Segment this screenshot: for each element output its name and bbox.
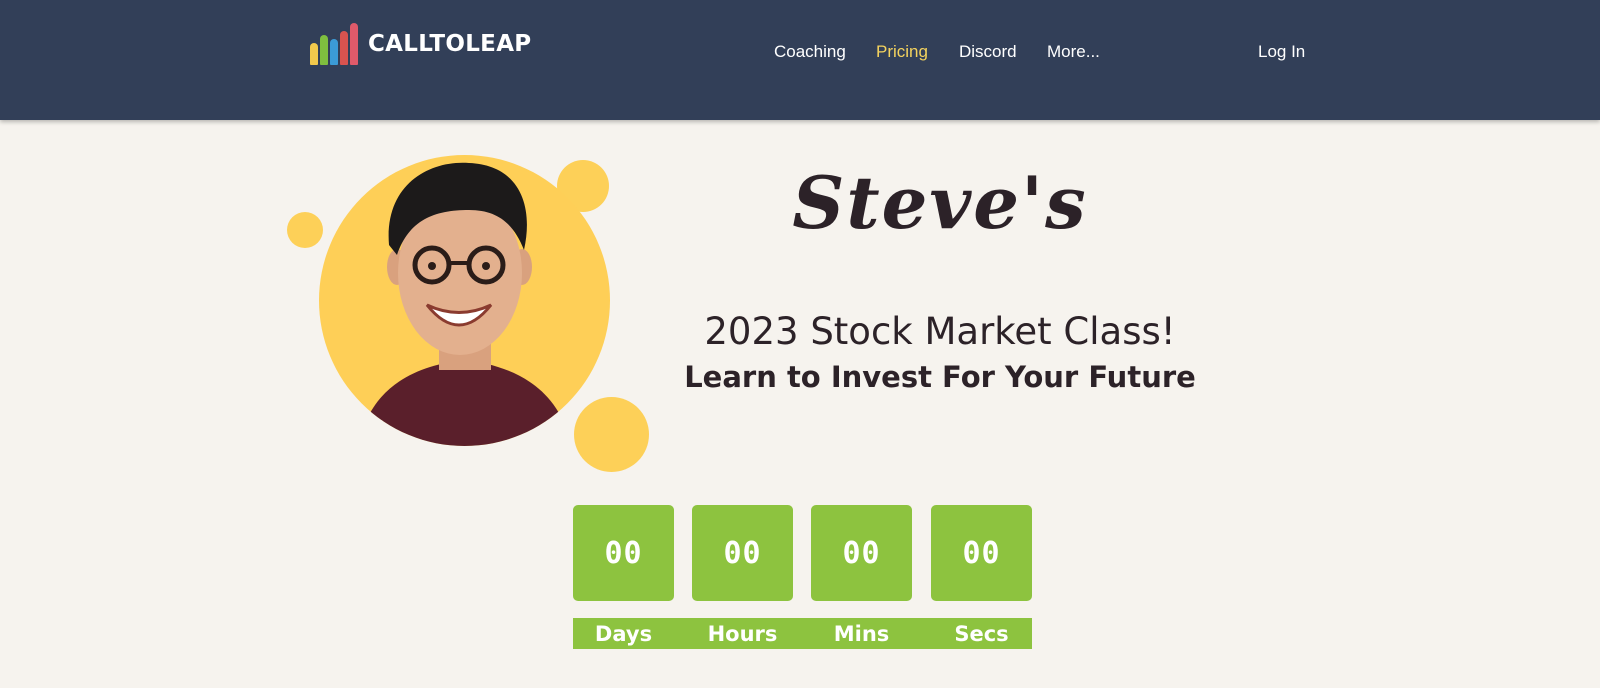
countdown-hours-value: 00: [692, 505, 793, 601]
decorative-dot: [287, 212, 323, 248]
nav-link-pricing[interactable]: Pricing: [876, 42, 928, 62]
profile-photo: [319, 155, 610, 446]
logo-text: CALLTOLEAP: [368, 31, 532, 57]
hero-script-title: Steve's: [792, 160, 1088, 245]
countdown-secs-value: 00: [931, 505, 1032, 601]
class-title: 2023 Stock Market Class!: [704, 310, 1176, 353]
logo-bars-icon: [310, 23, 360, 65]
countdown-days-label: Days: [594, 622, 653, 646]
nav-link-more[interactable]: More...: [1047, 42, 1100, 62]
countdown-mins-value: 00: [811, 505, 912, 601]
countdown-secs-label: Secs: [954, 622, 1009, 646]
countdown-mins-label: Mins: [833, 622, 890, 646]
decorative-dot: [574, 397, 649, 472]
site-header: CALLTOLEAP Coaching Pricing Discord More…: [0, 0, 1600, 120]
countdown-days-value: 00: [573, 505, 674, 601]
nav-link-discord[interactable]: Discord: [959, 42, 1017, 62]
class-subtitle: Learn to Invest For Your Future: [684, 360, 1196, 394]
nav-link-coaching[interactable]: Coaching: [774, 42, 846, 62]
person-photo-icon: [359, 162, 571, 446]
login-link[interactable]: Log In: [1258, 42, 1305, 62]
logo-link[interactable]: CALLTOLEAP: [310, 22, 531, 66]
countdown-hours-label: Hours: [707, 622, 778, 646]
